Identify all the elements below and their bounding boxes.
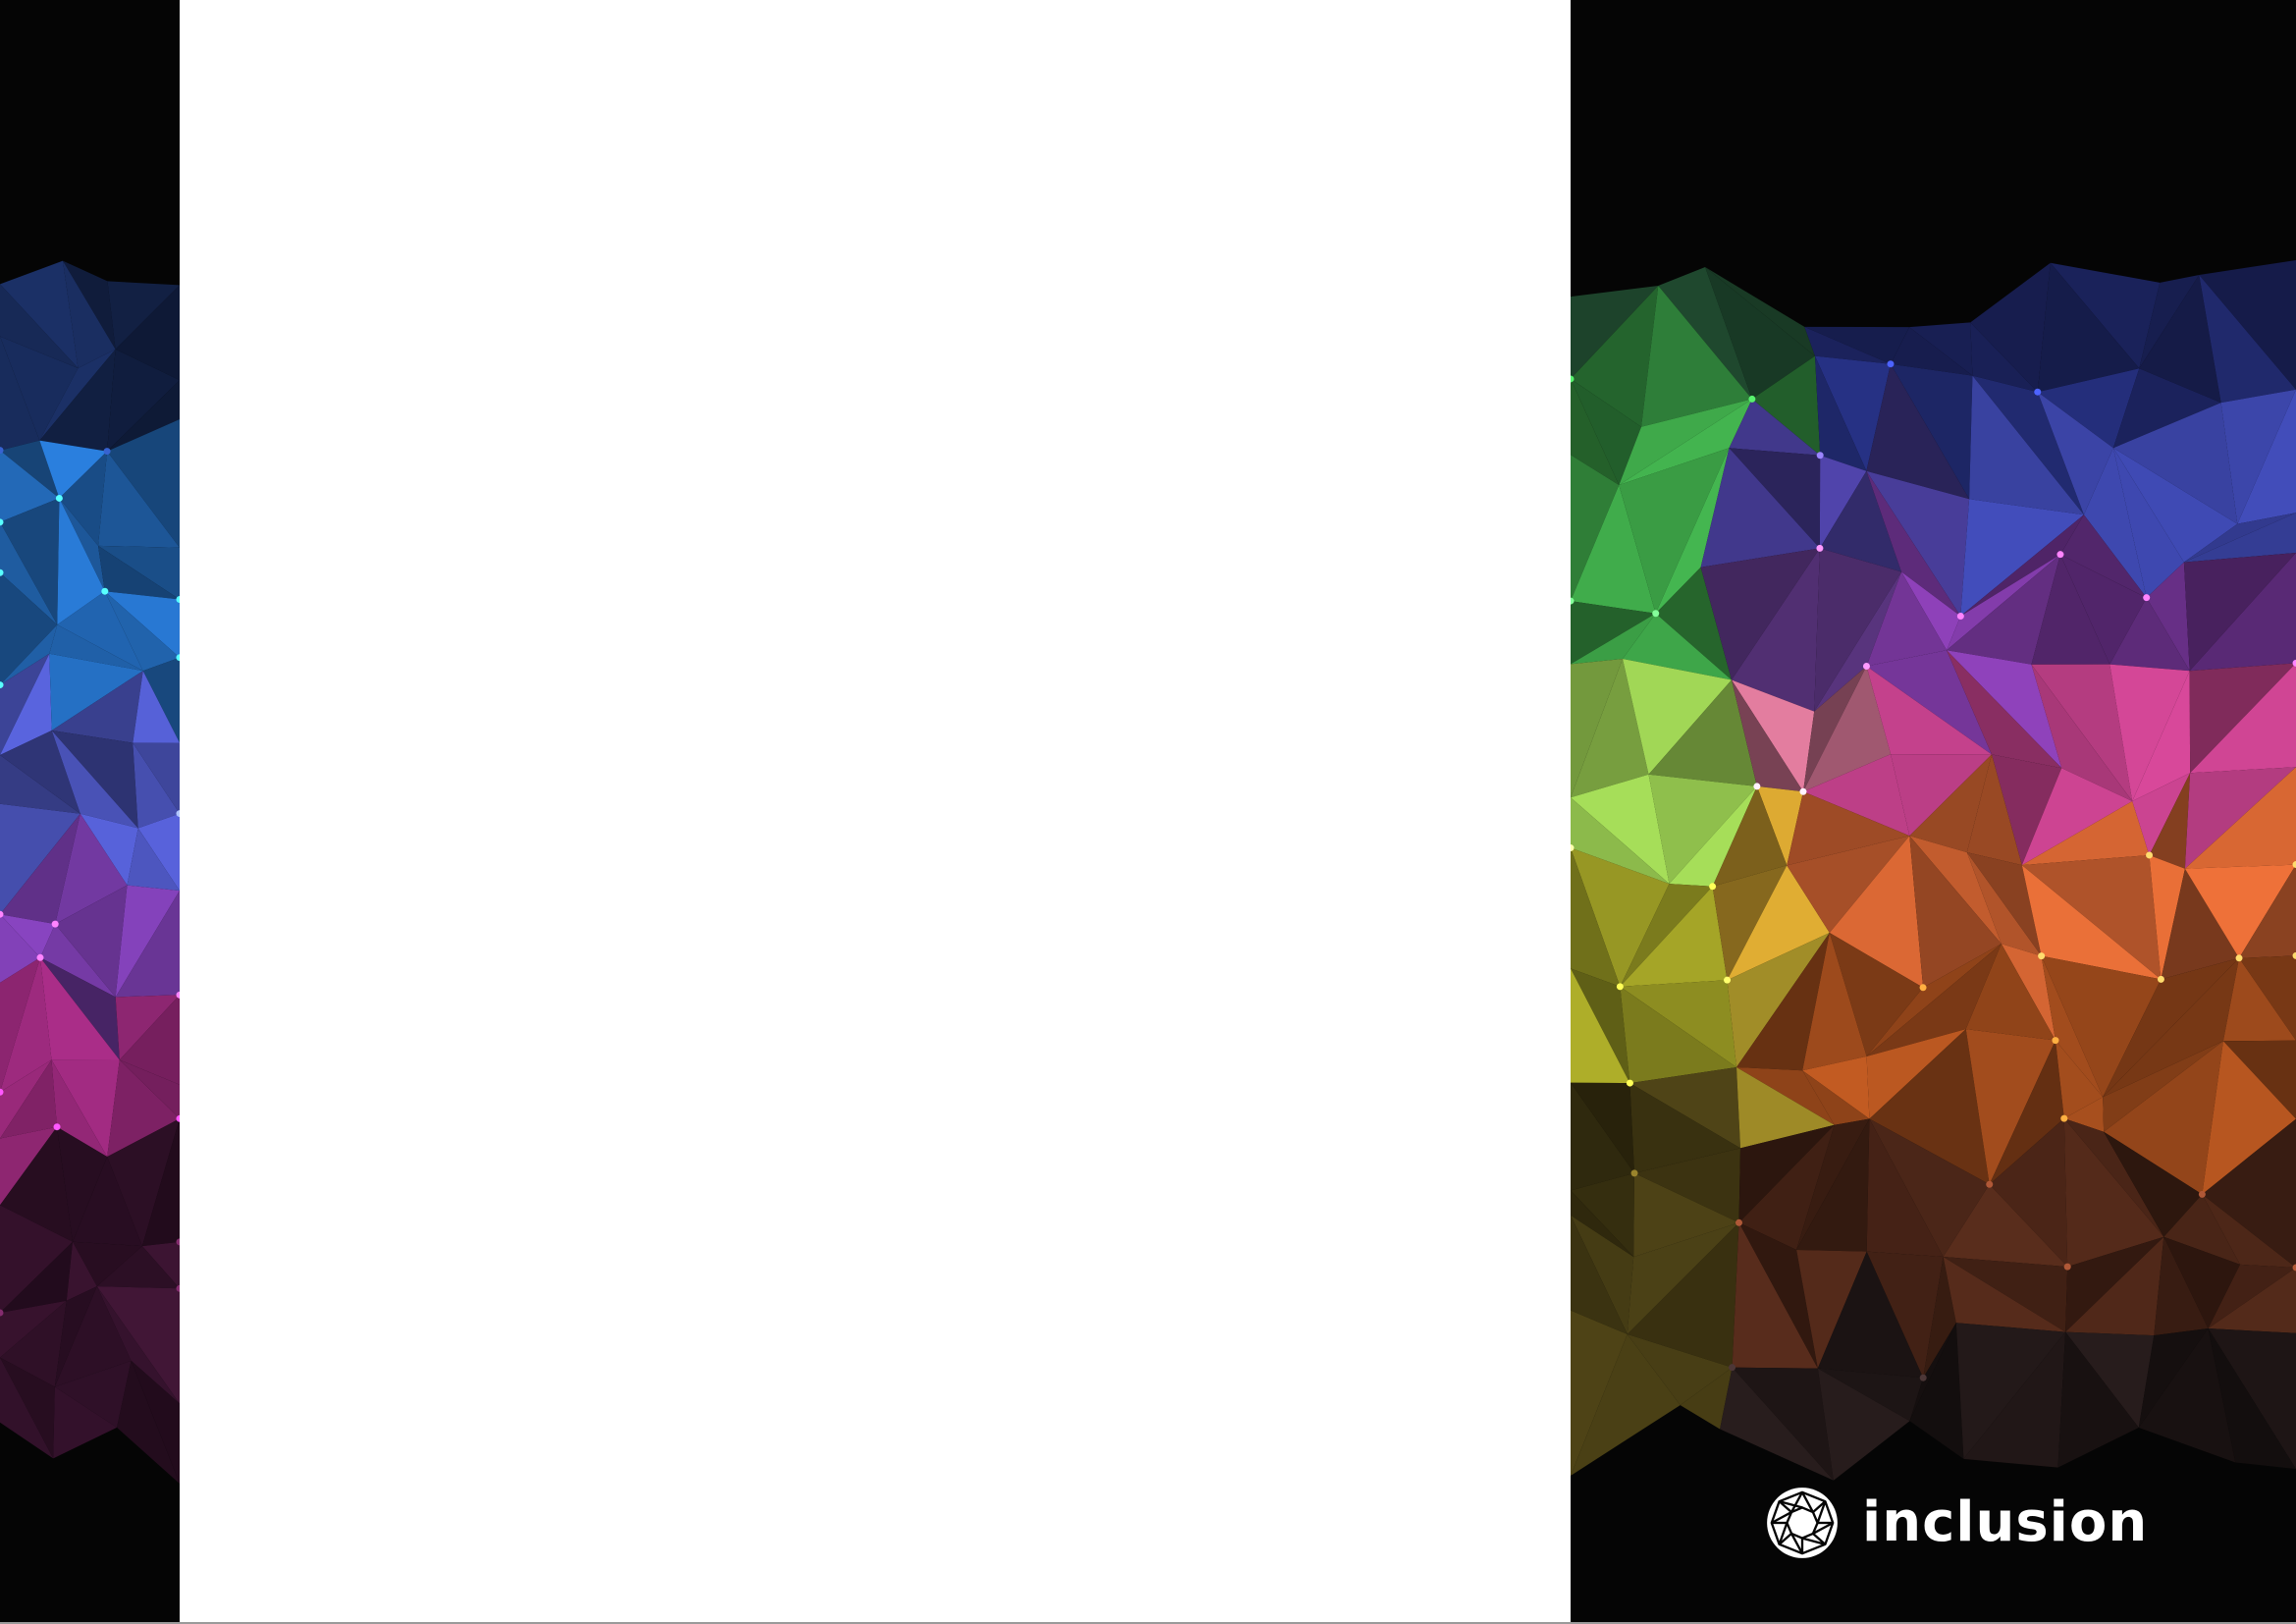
sparkle-dot	[1709, 883, 1717, 891]
sparkle-dot	[1753, 783, 1761, 790]
sparkle-dot	[51, 920, 59, 928]
sparkle-dot	[1652, 610, 1660, 618]
diamond-facet-icon	[1767, 1488, 1838, 1558]
sparkle-dot	[1887, 360, 1895, 368]
sparkle-dot	[1630, 1169, 1638, 1177]
sparkle-dot	[55, 494, 63, 502]
sparkle-dot	[1626, 1079, 1633, 1087]
brand-logo: inclusion	[1764, 1485, 2148, 1561]
sparkle-dot	[2146, 851, 2154, 859]
sparkle-dot	[1616, 983, 1624, 991]
sparkle-dot	[1919, 1374, 1927, 1381]
sparkle-dot	[2063, 1263, 2071, 1271]
left-decorative-panel	[0, 0, 180, 1624]
sparkle-dot	[1799, 787, 1807, 795]
sparkle-dot	[1816, 452, 1824, 460]
sparkle-dot	[1735, 1218, 1743, 1226]
sparkle-dot	[1986, 1180, 1994, 1188]
left-polygon-art	[0, 260, 180, 1485]
sparkle-dot	[2157, 975, 2164, 983]
blank-page	[180, 0, 1571, 1624]
right-decorative-panel	[1571, 0, 2296, 1624]
sparkle-dot	[2056, 551, 2064, 559]
sparkle-dot	[2143, 594, 2151, 602]
sparkle-dot	[1748, 395, 1756, 403]
sparkle-dot	[2198, 1190, 2206, 1198]
sparkle-dot	[53, 1123, 61, 1131]
brand-wordmark: inclusion	[1862, 1490, 2149, 1554]
sparkle-dot	[2060, 1114, 2068, 1122]
sparkle-dot	[2034, 388, 2042, 396]
right-polygon-art	[1571, 260, 2296, 1481]
sparkle-dot	[101, 587, 109, 595]
sparkle-dot	[2235, 954, 2243, 962]
sparkle-dot	[1729, 1364, 1736, 1372]
sparkle-dot	[1956, 613, 1964, 621]
sparkle-dot	[1724, 976, 1732, 984]
sparkle-dot	[1816, 544, 1824, 552]
sparkle-dot	[36, 953, 44, 961]
sparkle-dot	[2052, 1037, 2059, 1045]
sparkle-dot	[1862, 663, 1870, 671]
sparkle-dot	[2038, 952, 2046, 960]
sparkle-dot	[1919, 984, 1927, 992]
sparkle-dot	[103, 448, 111, 456]
